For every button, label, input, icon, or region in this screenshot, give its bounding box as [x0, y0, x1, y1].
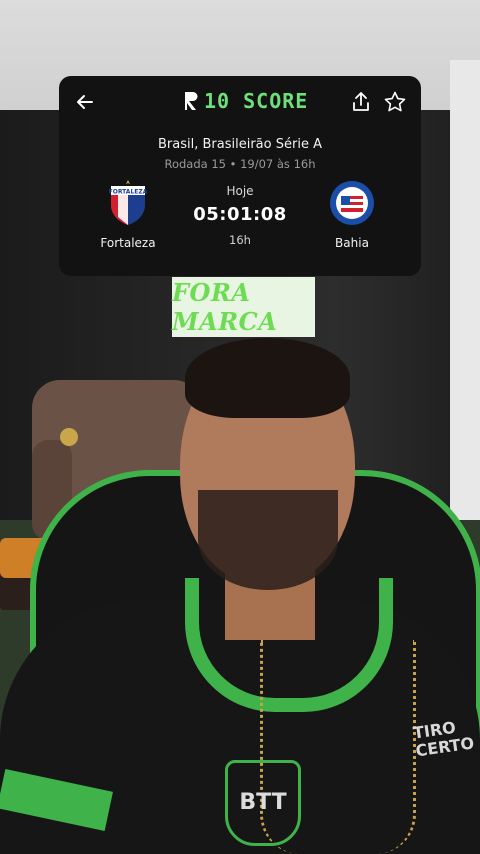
wall-edge — [450, 60, 480, 580]
bahia-crest-icon — [330, 181, 374, 225]
star-outline-icon — [384, 91, 406, 112]
sponsor-logo: TIRO CERTO — [411, 717, 476, 761]
svg-text:FORTALEZA: FORTALEZA — [109, 189, 148, 196]
logo-text: 10 SCORE — [204, 89, 309, 113]
arrow-left-icon — [77, 95, 93, 109]
kickoff-time: 16h — [229, 233, 251, 247]
share-button[interactable] — [349, 90, 373, 114]
jersey-crest: BTT — [225, 760, 301, 846]
beard — [198, 490, 338, 590]
match-day: Hoje — [226, 184, 254, 198]
match-status: Hoje 05:01:08 16h — [180, 184, 300, 247]
league-name: Brasil, Brasileirão Série A — [158, 137, 322, 152]
home-team[interactable]: FORTALEZA Fortaleza — [73, 180, 183, 250]
favorite-button[interactable] — [383, 90, 407, 114]
away-team-name: Bahia — [335, 236, 369, 250]
r10-logo-icon — [185, 92, 198, 110]
hair — [185, 338, 350, 418]
away-team[interactable]: Bahia — [297, 180, 407, 250]
app-logo: 10 SCORE — [184, 88, 308, 114]
share-icon — [353, 92, 369, 111]
back-button[interactable] — [73, 90, 97, 114]
home-team-name: Fortaleza — [100, 236, 156, 250]
fortaleza-crest-icon: FORTALEZA — [109, 180, 148, 225]
countdown-timer: 05:01:08 — [193, 204, 287, 225]
caption-sticker: FORA MARCA — [172, 277, 315, 337]
match-card[interactable]: 10 SCORE Brasil, Brasileirão Série A Rod… — [59, 76, 421, 276]
round-info: Rodada 15 • 19/07 às 16h — [164, 157, 316, 171]
card-header: 10 SCORE — [59, 76, 421, 128]
gold-ball — [60, 428, 78, 446]
